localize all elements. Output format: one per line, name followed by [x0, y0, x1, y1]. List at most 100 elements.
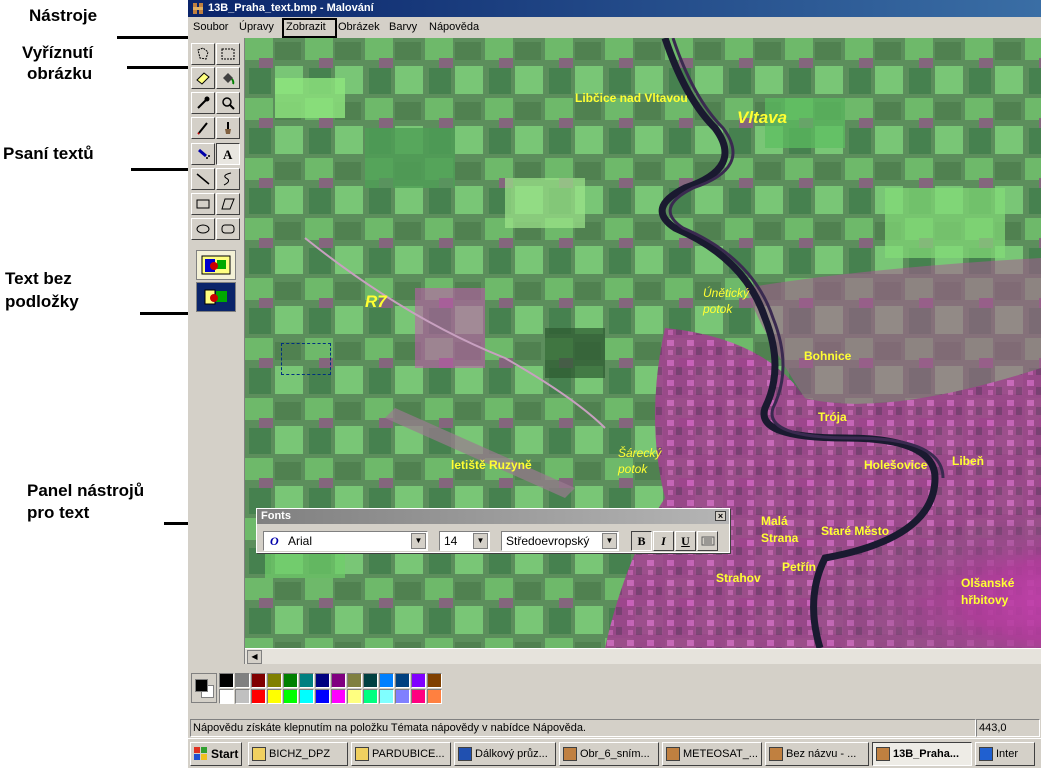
fill-tool[interactable]	[216, 67, 240, 89]
label-olsany-2: hřbitovy	[961, 593, 1009, 607]
selection-marquee[interactable]	[281, 343, 331, 375]
satellite-map-image	[245, 38, 1041, 648]
palette-swatch[interactable]	[379, 673, 394, 688]
menu-help[interactable]: Nápověda	[429, 21, 479, 33]
drawing-canvas[interactable]: Libčice nad Vltavou Vltava Únětický poto…	[245, 38, 1041, 648]
opaque-background-option[interactable]	[196, 250, 236, 280]
label-petrin: Petřín	[782, 560, 817, 574]
label-unetice-1: Únětický	[703, 286, 750, 300]
palette-swatch[interactable]	[235, 673, 250, 688]
line-icon	[196, 173, 210, 185]
menu-image[interactable]: Obrázek	[338, 21, 380, 33]
palette-swatch[interactable]	[283, 689, 298, 704]
free-select-tool[interactable]	[191, 43, 215, 65]
fonts-toolbar: Fonts × O Arial ▼ 14 ▼ Středoevropský ▼ …	[256, 508, 730, 553]
palette-swatch[interactable]	[347, 673, 362, 688]
magnifier-tool[interactable]	[216, 92, 240, 114]
palette-swatch[interactable]	[267, 673, 282, 688]
vertical-text-button[interactable]	[697, 531, 718, 551]
palette-swatch[interactable]	[267, 689, 282, 704]
pencil-tool[interactable]	[191, 117, 215, 139]
italic-button[interactable]: I	[653, 531, 674, 551]
palette-swatch[interactable]	[379, 689, 394, 704]
taskbar-item[interactable]: Bez názvu - ...	[765, 742, 869, 766]
palette-swatch[interactable]	[299, 673, 314, 688]
scroll-left-arrow-icon[interactable]: ◀	[247, 650, 262, 664]
palette-swatch[interactable]	[411, 689, 426, 704]
menu-edit[interactable]: Úpravy	[239, 21, 274, 33]
font-size-dropdown[interactable]: 14 ▼	[439, 531, 490, 551]
palette-swatch[interactable]	[251, 689, 266, 704]
rect-select-tool[interactable]	[216, 43, 240, 65]
palette-swatch[interactable]	[347, 689, 362, 704]
menu-colors[interactable]: Barvy	[389, 21, 417, 33]
transparent-background-option[interactable]	[196, 282, 236, 312]
palette-swatch[interactable]	[427, 689, 442, 704]
label-libcice: Libčice nad Vltavou	[575, 91, 688, 105]
taskbar-app-icon	[769, 747, 783, 761]
annotation-text-panel-line2: pro text	[27, 503, 90, 522]
palette-swatch[interactable]	[427, 673, 442, 688]
taskbar-item[interactable]: Dálkový průz...	[454, 742, 556, 766]
polygon-tool[interactable]	[216, 193, 240, 215]
palette-swatch[interactable]	[363, 689, 378, 704]
palette-swatch[interactable]	[219, 673, 234, 688]
palette-swatch[interactable]	[251, 673, 266, 688]
magnifier-icon	[222, 97, 235, 110]
rounded-rect-tool[interactable]	[216, 218, 240, 240]
palette-swatch[interactable]	[395, 673, 410, 688]
palette-swatch[interactable]	[395, 689, 410, 704]
current-colors[interactable]	[191, 673, 217, 703]
fonts-toolbar-title[interactable]: Fonts ×	[257, 509, 729, 524]
bold-button[interactable]: B	[631, 531, 652, 551]
annotation-text-panel-line1: Panel nástrojů	[27, 481, 145, 500]
taskbar-app-icon	[666, 747, 680, 761]
window-titlebar[interactable]: 13B_Praha_text.bmp - Malování	[188, 0, 1041, 17]
underline-button[interactable]: U	[675, 531, 696, 551]
fonts-title-text: Fonts	[261, 510, 291, 522]
close-icon[interactable]: ×	[715, 511, 726, 521]
palette-swatch[interactable]	[331, 689, 346, 704]
taskbar-item[interactable]: Obr_6_sním...	[559, 742, 659, 766]
taskbar-item-label: Obr_6_sním...	[580, 748, 650, 760]
palette-swatch[interactable]	[283, 673, 298, 688]
palette-swatch[interactable]	[411, 673, 426, 688]
paint-app-icon	[193, 3, 203, 14]
palette-swatch[interactable]	[299, 689, 314, 704]
chevron-down-icon[interactable]: ▼	[411, 533, 426, 549]
brush-tool[interactable]	[216, 117, 240, 139]
taskbar-item[interactable]: BICHZ_DPZ	[248, 742, 348, 766]
script-dropdown[interactable]: Středoevropský ▼	[501, 531, 619, 551]
label-liben: Libeň	[952, 454, 984, 468]
chevron-down-icon[interactable]: ▼	[602, 533, 617, 549]
taskbar: Start BICHZ_DPZ PARDUBICE... Dálkový průz.…	[188, 738, 1041, 768]
palette-swatch[interactable]	[235, 689, 250, 704]
eraser-tool[interactable]	[191, 67, 215, 89]
taskbar-item[interactable]: 13B_Praha...	[872, 742, 972, 766]
eyedropper-icon	[197, 96, 210, 109]
curve-tool[interactable]	[216, 168, 240, 190]
palette-swatch[interactable]	[219, 689, 234, 704]
line-tool[interactable]	[191, 168, 215, 190]
menu-file[interactable]: Soubor	[193, 21, 228, 33]
palette-swatch[interactable]	[315, 673, 330, 688]
rect-select-icon	[221, 48, 235, 60]
palette-swatch[interactable]	[315, 689, 330, 704]
color-picker-tool[interactable]	[191, 92, 215, 114]
foreground-color-swatch[interactable]	[195, 679, 208, 692]
palette-swatch[interactable]	[331, 673, 346, 688]
font-name-dropdown[interactable]: O Arial ▼	[263, 531, 428, 551]
text-tool[interactable]: A	[216, 143, 240, 165]
taskbar-item[interactable]: PARDUBICE...	[351, 742, 451, 766]
rectangle-tool[interactable]	[191, 193, 215, 215]
chevron-down-icon[interactable]: ▼	[473, 533, 488, 549]
horizontal-scrollbar[interactable]: ◀	[245, 648, 1041, 664]
taskbar-app-icon	[252, 747, 266, 761]
airbrush-tool[interactable]	[191, 143, 215, 165]
status-help-text: Nápovědu získáte klepnutím na položku Té…	[190, 719, 976, 737]
taskbar-item[interactable]: Inter	[975, 742, 1035, 766]
palette-swatch[interactable]	[363, 673, 378, 688]
taskbar-item[interactable]: METEOSAT_...	[662, 742, 762, 766]
start-button[interactable]: Start	[190, 742, 242, 766]
ellipse-tool[interactable]	[191, 218, 215, 240]
